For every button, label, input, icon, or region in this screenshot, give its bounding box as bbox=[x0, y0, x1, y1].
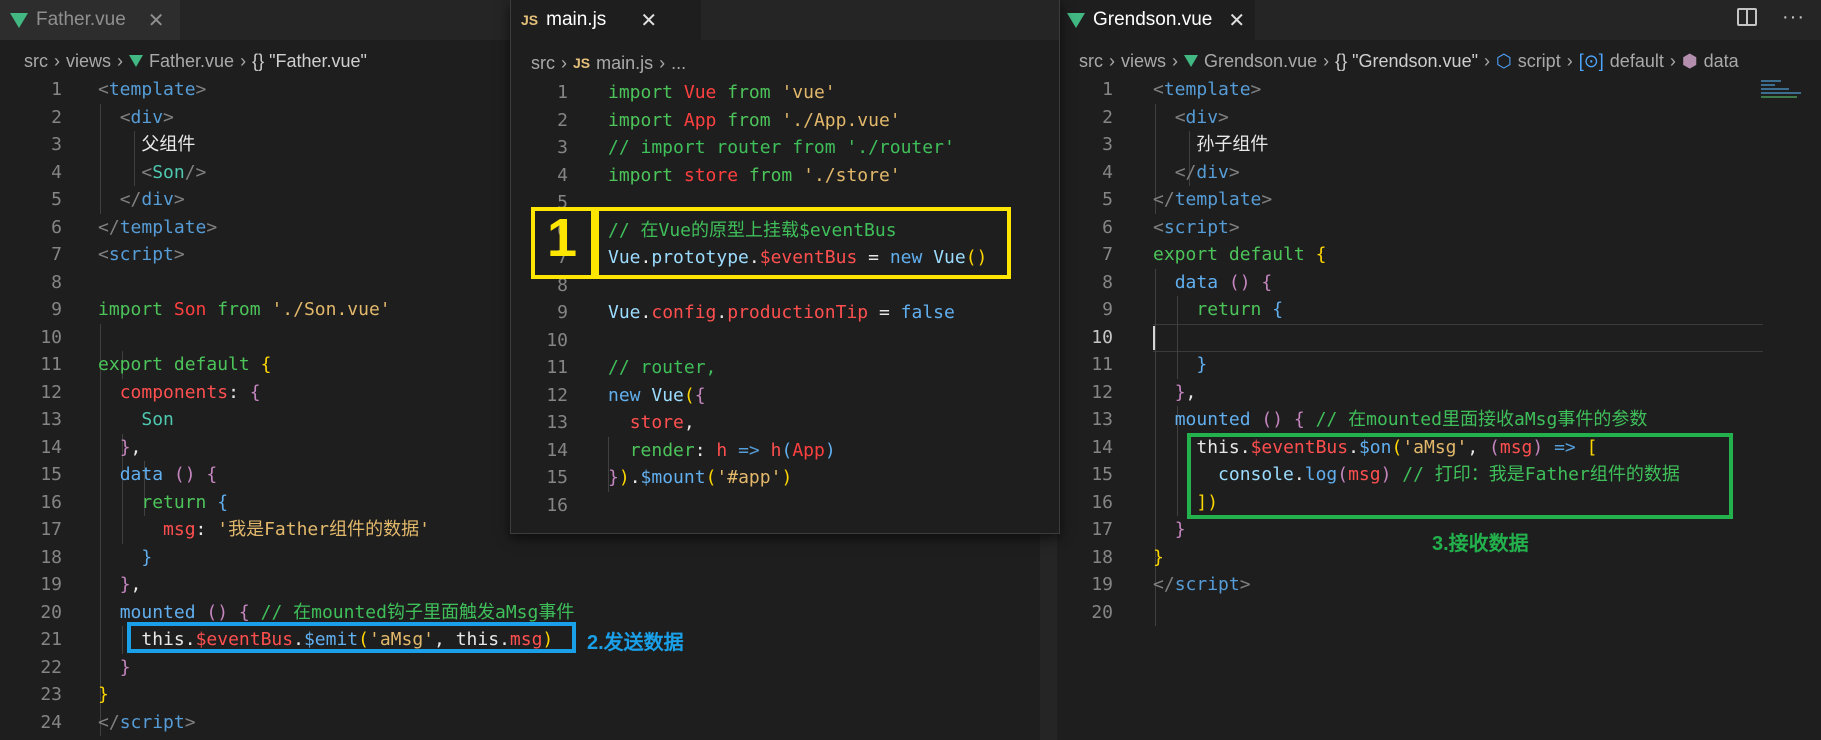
code-line: 12 }, bbox=[1091, 381, 1197, 403]
tab-bar: Grendson.vue ✕ ··· bbox=[1057, 0, 1821, 40]
breadcrumb-item[interactable]: src bbox=[531, 53, 555, 74]
breadcrumb-item[interactable]: views bbox=[66, 51, 111, 72]
code-line: 4 </div> bbox=[1102, 161, 1240, 183]
code-line: 2 import App from './App.vue' bbox=[557, 109, 901, 131]
close-icon[interactable]: ✕ bbox=[148, 8, 165, 33]
code-line: 20 bbox=[1091, 601, 1113, 623]
breadcrumb-item[interactable]: ... bbox=[671, 53, 686, 74]
receive-data-label: 3.接收数据 bbox=[1432, 533, 1529, 555]
editor-pane-main-js: JS main.js ✕ src › JS main.js › ... 1 impor… bbox=[510, 0, 1060, 534]
code-line: 24 </script> bbox=[40, 711, 196, 733]
code-line: 22 } bbox=[40, 656, 131, 678]
code-line: 12 new Vue({ bbox=[546, 384, 706, 406]
tab-label: main.js bbox=[546, 9, 607, 30]
editor-pane-grendson: Grendson.vue ✕ ··· src › views › Grendson.… bbox=[1057, 0, 1821, 740]
code-line: 13 mounted () { // 在mounted里面接收aMsg事件的参数 bbox=[1091, 409, 1648, 430]
code-line: 16 bbox=[546, 494, 568, 516]
tab-father-vue[interactable]: Father.vue ✕ bbox=[0, 0, 180, 40]
vue-file-icon bbox=[1184, 55, 1199, 67]
code-line: 1 import Vue from 'vue' bbox=[557, 82, 836, 103]
code-line: 18 } bbox=[40, 546, 153, 568]
close-icon[interactable]: ✕ bbox=[640, 8, 657, 33]
breadcrumb-item[interactable]: {} "Father.vue" bbox=[252, 51, 367, 72]
breadcrumb-item[interactable]: Father.vue bbox=[149, 51, 234, 72]
vue-file-icon bbox=[1067, 12, 1085, 28]
tab-main-js[interactable]: JS main.js ✕ bbox=[511, 0, 701, 40]
breadcrumb: src › views › Father.vue › {} "Father.vue" bbox=[24, 50, 367, 72]
code-line: 11// router, bbox=[546, 357, 717, 378]
vue-file-icon bbox=[129, 55, 144, 67]
code-line: 5 </template> bbox=[1102, 189, 1273, 210]
symbol-variable-icon: [⊙] bbox=[1578, 50, 1604, 71]
breadcrumb: src › views › Grendson.vue › {} "Grendson.v… bbox=[1079, 50, 1739, 72]
code-line: 2 <div> bbox=[1102, 106, 1229, 128]
step-one-number: 1 bbox=[547, 208, 578, 268]
symbol-method-icon: ⬢ bbox=[1681, 50, 1698, 71]
tab-grendson-vue[interactable]: Grendson.vue ✕ bbox=[1057, 0, 1255, 40]
code-line: 15}).$mount('#app') bbox=[546, 467, 793, 488]
breadcrumb-item[interactable]: data bbox=[1704, 51, 1739, 72]
code-line: 19 </script> bbox=[1091, 574, 1251, 595]
close-icon[interactable]: ✕ bbox=[1228, 8, 1245, 33]
mount-highlight-box bbox=[595, 207, 1011, 279]
breadcrumb-item[interactable]: src bbox=[24, 51, 48, 72]
tab-bar: JS main.js ✕ bbox=[511, 0, 1059, 40]
breadcrumb-item[interactable]: src bbox=[1079, 51, 1103, 72]
breadcrumb-item[interactable]: views bbox=[1121, 51, 1166, 72]
send-highlight-box bbox=[127, 622, 576, 653]
breadcrumb-item[interactable]: Grendson.vue bbox=[1204, 51, 1317, 72]
code-line: 6 <script> bbox=[1102, 216, 1240, 238]
breadcrumb-item[interactable]: default bbox=[1610, 51, 1664, 72]
code-line: 19 }, bbox=[40, 574, 142, 595]
code-line: 3 孙子组件 bbox=[1102, 134, 1269, 155]
code-line: 9 Vue.config.productionTip = false bbox=[557, 302, 955, 323]
breadcrumb-item[interactable]: main.js bbox=[596, 53, 653, 74]
breadcrumb-item[interactable]: script bbox=[1518, 51, 1561, 72]
receive-highlight-box bbox=[1187, 433, 1733, 519]
code-line: 10 bbox=[546, 329, 568, 351]
code-line: 7 export default { bbox=[1102, 244, 1327, 265]
breadcrumb: src › JS main.js › ... bbox=[531, 52, 687, 74]
split-editor-icon[interactable] bbox=[1737, 8, 1757, 26]
code-line: 23} bbox=[40, 684, 109, 705]
tab-label: Father.vue bbox=[36, 9, 126, 30]
js-file-icon: JS bbox=[521, 12, 539, 28]
code-line: 3// import router from './router' bbox=[557, 137, 955, 158]
send-data-label: 2.发送数据 bbox=[587, 632, 684, 654]
breadcrumb-item[interactable]: {} "Grendson.vue" bbox=[1335, 51, 1478, 72]
more-actions-icon[interactable]: ··· bbox=[1782, 6, 1805, 29]
code-line: 8 data () { bbox=[1102, 271, 1273, 293]
js-file-icon: JS bbox=[573, 55, 591, 71]
code-line: 4 import store from './store' bbox=[557, 164, 901, 186]
symbol-module-icon: ⬡ bbox=[1495, 50, 1512, 71]
vue-file-icon bbox=[10, 12, 28, 28]
code-line: 13 store, bbox=[546, 412, 695, 433]
code-line: 11 } bbox=[1091, 354, 1208, 375]
code-line: 1 <template> bbox=[1102, 79, 1262, 100]
code-line: 9 return { bbox=[1102, 299, 1284, 320]
tab-label: Grendson.vue bbox=[1093, 9, 1213, 30]
code-line: 10 bbox=[1091, 326, 1113, 348]
code-line: 14 render: h => h(App) bbox=[546, 439, 836, 461]
